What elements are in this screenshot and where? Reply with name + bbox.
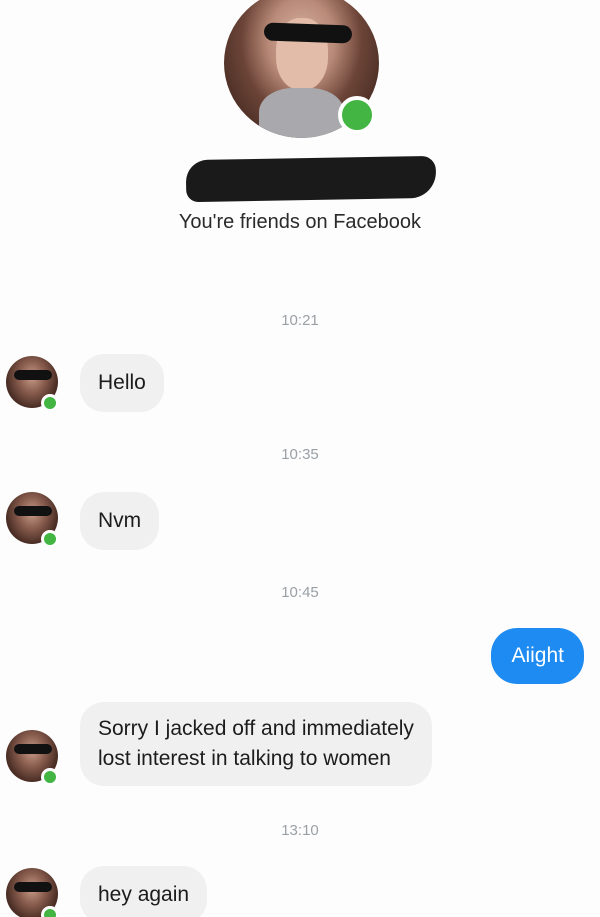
censor-bar: [14, 506, 52, 516]
censor-bar: [14, 882, 52, 892]
outgoing-message-bubble[interactable]: Aiight: [491, 628, 584, 684]
sender-avatar[interactable]: [6, 356, 59, 412]
message-timestamp: 10:21: [281, 312, 319, 329]
online-status-dot-icon: [41, 768, 59, 786]
incoming-message-bubble[interactable]: Hello: [80, 354, 164, 412]
message-timestamp: 13:10: [281, 822, 319, 839]
online-status-dot-icon: [41, 906, 59, 917]
incoming-message-bubble[interactable]: Nvm: [80, 492, 160, 550]
message-line: Sorry I jacked off and immediately: [98, 717, 414, 740]
friends-status-text: You're friends on Facebook: [178, 211, 422, 233]
online-status-dot-icon: [41, 394, 59, 412]
messenger-conversation: You're friends on Facebook 10:21 Hello 1…: [0, 0, 600, 917]
sender-avatar[interactable]: [6, 868, 59, 917]
sender-avatar[interactable]: [6, 730, 59, 786]
incoming-message-bubble[interactable]: Sorry I jacked off and immediately lost …: [80, 702, 432, 786]
redacted-profile-name: [185, 155, 437, 203]
message-line: lost interest in talking to women: [98, 747, 391, 770]
incoming-message-bubble[interactable]: hey again: [80, 866, 208, 917]
censor-bar: [14, 370, 52, 380]
censor-bar: [14, 744, 52, 754]
profile-avatar[interactable]: [224, 0, 379, 138]
online-status-dot-icon: [338, 96, 376, 134]
online-status-dot-icon: [41, 530, 59, 548]
message-timestamp: 10:35: [281, 446, 319, 463]
sender-avatar[interactable]: [6, 492, 59, 548]
message-timestamp: 10:45: [281, 584, 319, 601]
censor-bar: [263, 22, 353, 44]
